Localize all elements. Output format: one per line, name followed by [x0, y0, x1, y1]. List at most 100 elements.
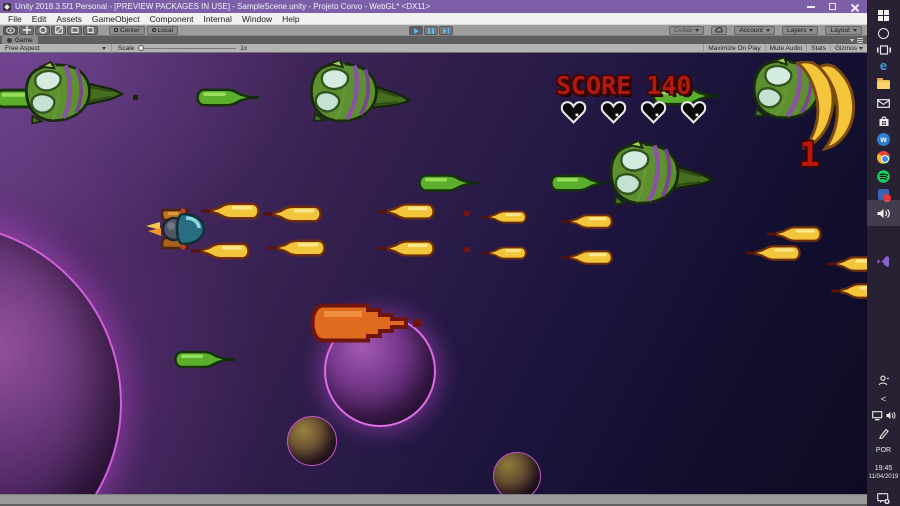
chevron-down-icon [765, 28, 770, 32]
transform-tool-icon [87, 26, 94, 34]
move-tool-button[interactable] [19, 25, 34, 35]
gizmos-dropdown[interactable]: Gizmos [829, 43, 867, 53]
pause-button[interactable] [424, 26, 438, 35]
store-bag-icon [879, 116, 888, 126]
menu-internal[interactable]: Internal [199, 13, 237, 25]
menu-edit[interactable]: Edit [27, 13, 52, 25]
menu-file[interactable]: File [3, 13, 27, 25]
volume-app-button[interactable] [867, 200, 900, 226]
mute-audio-button[interactable]: Mute Audio [764, 43, 807, 53]
edge-icon: e [879, 58, 888, 73]
globe-icon [151, 28, 156, 32]
w-app-button[interactable]: w [867, 130, 900, 149]
mail-icon [877, 99, 890, 108]
menu-window[interactable]: Window [237, 13, 277, 25]
action-center-button[interactable] [867, 489, 900, 506]
space-toggle-button[interactable]: Local [146, 25, 179, 35]
scale-control: Scale 1x [112, 45, 247, 52]
task-view-icon [876, 44, 891, 55]
step-button[interactable] [439, 26, 453, 35]
player-bullet [830, 282, 867, 300]
aspect-label: Free Aspect [5, 44, 40, 52]
scale-slider-knob[interactable] [138, 45, 145, 51]
clock[interactable]: 19:45 11/04/2019 [867, 462, 900, 484]
mail-button[interactable] [867, 94, 900, 113]
layers-dropdown[interactable]: Layers [781, 25, 819, 35]
stats-button[interactable]: Stats [806, 43, 830, 53]
pivot-label: Center [120, 26, 140, 34]
chevron-down-icon [850, 38, 854, 42]
visual-studio-icon [877, 256, 889, 267]
language-indicator[interactable]: POR [867, 441, 900, 460]
stats-label: Stats [811, 44, 826, 52]
people-button[interactable] [867, 371, 900, 390]
hand-tool-button[interactable] [3, 25, 18, 35]
collab-dropdown[interactable]: Collab [669, 25, 705, 35]
planet [0, 223, 122, 494]
title-bar: Unity 2018.3.5f1 Personal - [PREVIEW PAC… [0, 0, 867, 13]
toolbar-right-group: Collab Account Layers Layout [669, 25, 864, 35]
chevron-down-icon [695, 28, 700, 32]
heart-icon [680, 100, 707, 125]
chrome-button[interactable] [867, 148, 900, 167]
store-button[interactable] [867, 112, 900, 131]
bullet-spark [464, 211, 470, 216]
aspect-dropdown[interactable]: Free Aspect [0, 43, 112, 53]
play-controls [409, 26, 453, 35]
chrome-icon [877, 151, 890, 164]
pen-icon [879, 428, 889, 439]
menu-icon [857, 37, 863, 43]
layout-dropdown[interactable]: Layout [825, 25, 862, 35]
chevron-down-icon [102, 46, 106, 50]
visual-studio-button[interactable] [867, 252, 900, 271]
chevron-down-icon [859, 46, 863, 50]
network-audio-tray[interactable] [867, 406, 900, 425]
language-label: POR [875, 446, 892, 454]
spawn-counter: 1 [799, 135, 820, 175]
rect-tool-button[interactable] [67, 25, 82, 35]
start-button[interactable] [867, 6, 900, 25]
account-dropdown[interactable]: Account [734, 25, 775, 35]
scale-tool-icon [54, 26, 63, 34]
menu-help[interactable]: Help [277, 13, 304, 25]
scale-tool-button[interactable] [51, 25, 66, 35]
play-button[interactable] [409, 26, 423, 35]
minimize-button[interactable] [807, 5, 815, 8]
player-bullet [766, 225, 822, 243]
scale-slider[interactable] [138, 45, 237, 51]
mute-audio-label: Mute Audio [769, 44, 803, 52]
game-viewport[interactable]: SCORE 140 1 [0, 53, 867, 494]
cortana-icon [878, 28, 889, 39]
game-tab-icon [7, 37, 12, 43]
spotify-button[interactable] [867, 167, 900, 186]
menu-assets[interactable]: Assets [51, 13, 87, 25]
enemy-bullet [196, 87, 260, 108]
date-label: 11/04/2019 [868, 474, 899, 480]
layers-label: Layers [786, 26, 807, 34]
layout-label: Layout [830, 26, 850, 34]
time-label: 19:45 [874, 465, 893, 472]
rotate-tool-button[interactable] [35, 25, 50, 35]
toolbar: Center Local Collab Account Layers Layou… [0, 25, 867, 36]
step-icon [442, 27, 450, 34]
cloud-button[interactable] [711, 25, 728, 35]
maximize-on-play-button[interactable]: Maximize On Play [703, 43, 764, 53]
tab-options-button[interactable] [850, 37, 863, 43]
space-label: Local [157, 26, 174, 34]
enemy-projectile [310, 303, 422, 343]
close-button[interactable] [850, 3, 858, 11]
enemy-bullet [418, 173, 480, 193]
menu-component[interactable]: Component [145, 13, 199, 25]
pivot-toggle-button[interactable]: Center [109, 25, 145, 35]
maximize-button[interactable] [829, 3, 836, 10]
edge-button[interactable]: e [867, 56, 900, 75]
window-bottom-strip [0, 494, 867, 506]
w-app-icon: w [877, 133, 890, 146]
bullet-spark [133, 95, 138, 100]
photos-icon [878, 189, 891, 202]
enemy-ship [293, 55, 417, 135]
transform-tool-button[interactable] [83, 25, 98, 35]
file-explorer-button[interactable] [867, 74, 900, 93]
account-label: Account [739, 26, 763, 34]
menu-gameobject[interactable]: GameObject [87, 13, 145, 25]
